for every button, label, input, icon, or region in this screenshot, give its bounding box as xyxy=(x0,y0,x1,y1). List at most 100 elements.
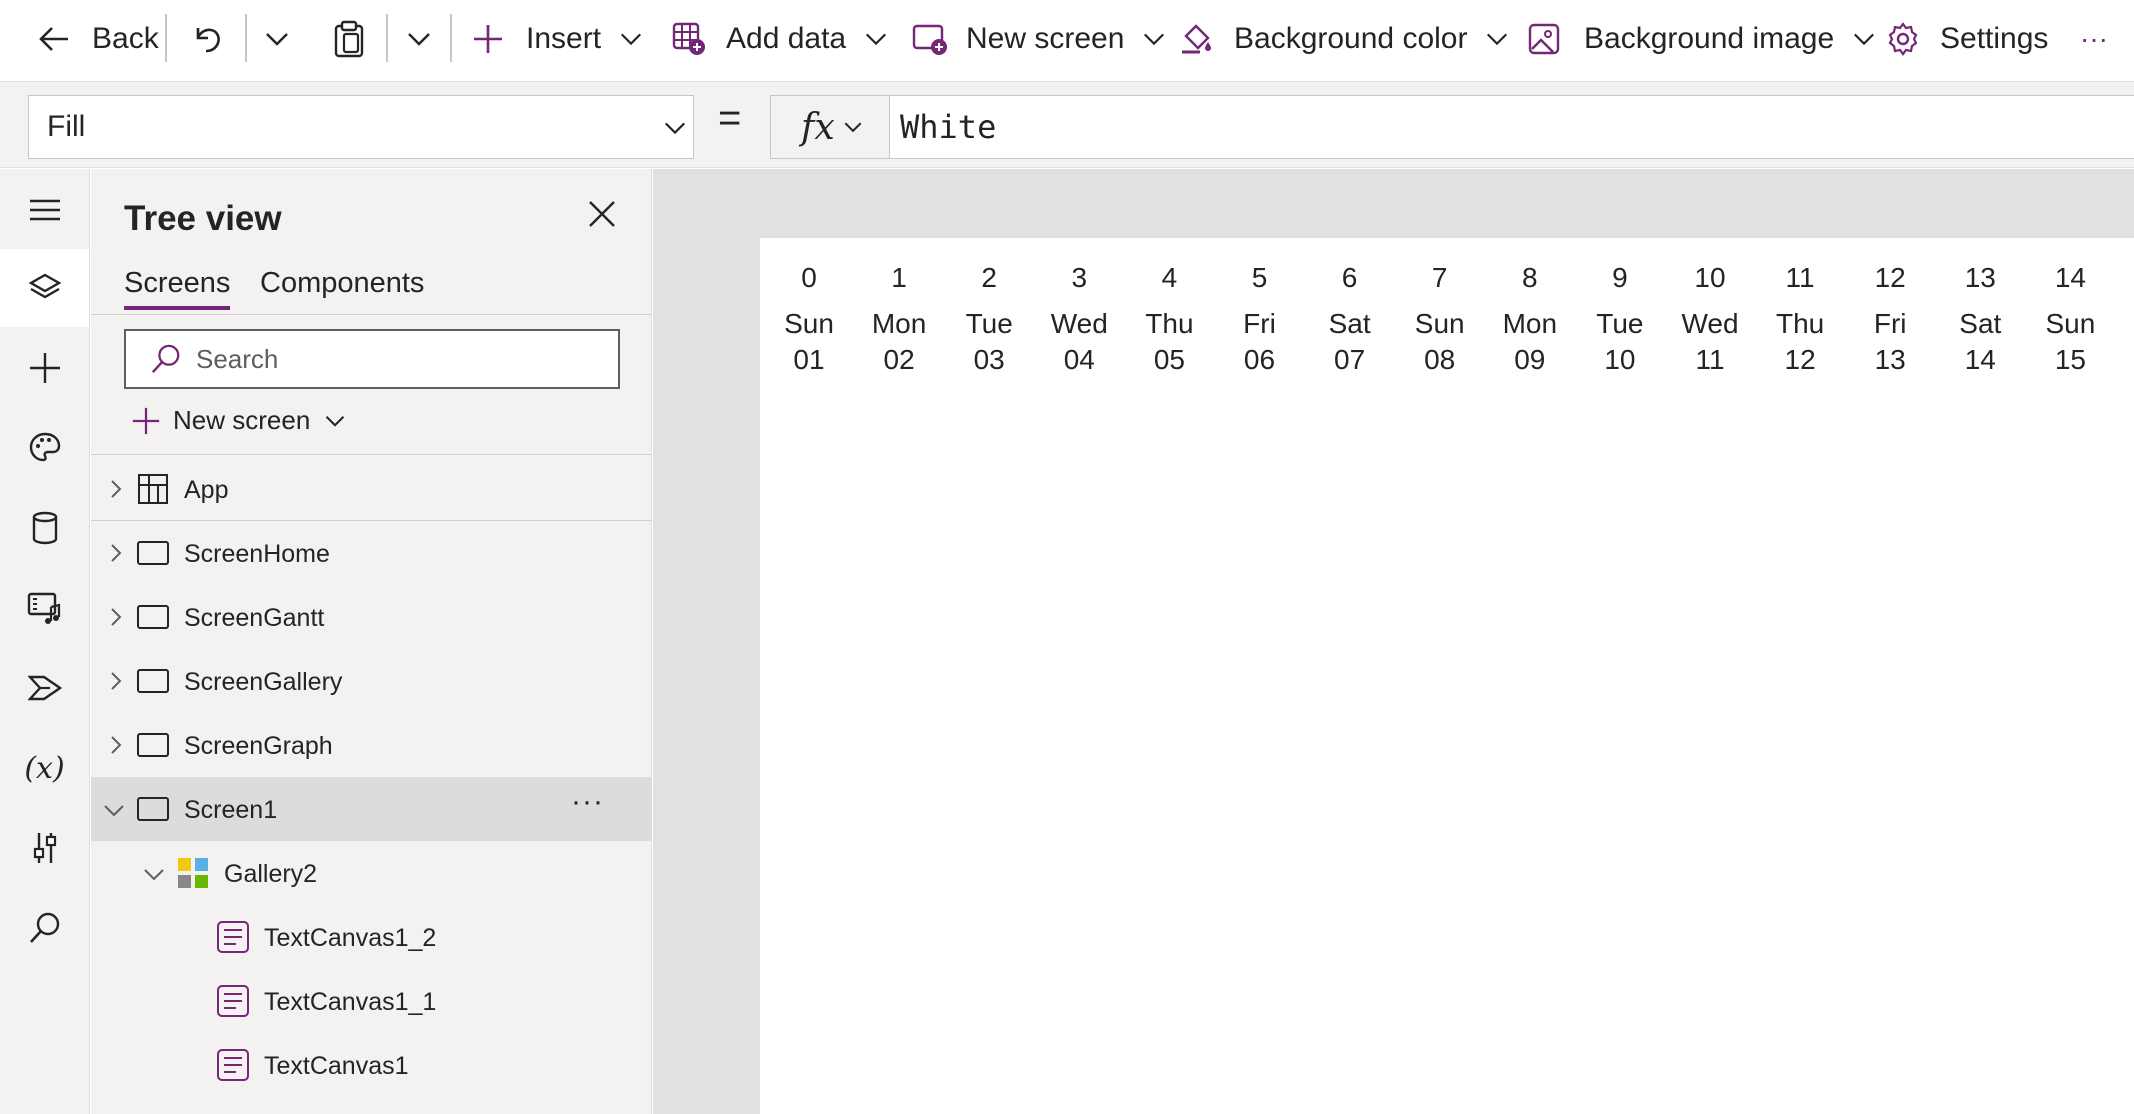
search-icon xyxy=(29,912,59,943)
weekday-label: Mon xyxy=(871,308,927,339)
tree-item-screenhome[interactable]: ScreenHome xyxy=(91,521,652,585)
chevron-right-icon xyxy=(111,736,122,754)
media-rail-button[interactable] xyxy=(0,569,89,647)
tree-item-screengantt[interactable]: ScreenGantt xyxy=(91,585,652,649)
menu-button[interactable] xyxy=(0,171,89,249)
gear-icon xyxy=(1888,22,1918,56)
left-rail: (x) xyxy=(0,169,90,1114)
property-dropdown[interactable]: Fill xyxy=(28,95,694,159)
gallery-item[interactable]: 6 Sat 07 xyxy=(1310,260,1390,378)
insert-button[interactable]: Insert xyxy=(472,0,643,78)
screen-add-icon xyxy=(912,24,947,55)
gallery-item[interactable]: 12 Fri 13 xyxy=(1850,260,1930,378)
background-image-button[interactable]: Background image xyxy=(1528,0,1876,78)
index-label: 4 xyxy=(1161,262,1178,293)
tree-item-app[interactable]: App xyxy=(91,457,652,521)
formula-input[interactable]: White xyxy=(889,95,2134,159)
tree-item-label: TextCanvas1 xyxy=(264,1052,409,1080)
date-label: 15 xyxy=(2054,344,2086,375)
plus-icon xyxy=(474,25,502,53)
power-automate-icon xyxy=(27,675,62,701)
search-rail-button[interactable] xyxy=(0,889,89,967)
gallery-item[interactable]: 13 Sat 14 xyxy=(1940,260,2020,378)
undo-button[interactable] xyxy=(190,0,224,78)
chevron-down-icon xyxy=(104,805,124,817)
tree-item-more-button[interactable]: ··· xyxy=(571,785,604,819)
table-add-icon xyxy=(672,22,705,55)
tree-view-title: Tree view xyxy=(124,199,282,238)
tree-view-rail-button[interactable] xyxy=(0,249,89,327)
data-rail-button[interactable] xyxy=(0,489,89,567)
new-screen-button[interactable]: New screen xyxy=(912,0,1166,78)
tab-screens[interactable]: Screens xyxy=(124,267,231,310)
tools-rail-button[interactable] xyxy=(0,809,89,887)
screen1-artboard[interactable]: 0 Sun 01 1 Mon 02 2 Tue 03 3 Wed 04 4 Thu 05 5 Fri 06 6 Sat… xyxy=(760,238,2134,1114)
variables-icon: (x) xyxy=(24,750,65,786)
fx-button[interactable]: fx xyxy=(770,95,890,159)
insert-rail-button[interactable] xyxy=(0,329,89,407)
tree-item-textcanvas1[interactable]: TextCanvas1 xyxy=(91,1033,652,1097)
gallery-item[interactable]: 7 Sun 08 xyxy=(1400,260,1480,378)
palette-icon xyxy=(29,432,60,462)
property-value: Fill xyxy=(47,110,86,143)
more-commands-button[interactable]: ··· xyxy=(2080,0,2108,78)
tools-icon xyxy=(33,833,56,863)
gallery-item[interactable]: 8 Mon 09 xyxy=(1490,260,1570,378)
background-color-button[interactable]: Background color xyxy=(1180,0,1509,78)
gallery-item[interactable]: 4 Thu 05 xyxy=(1129,260,1209,378)
close-tree-view-button[interactable] xyxy=(587,199,617,234)
variables-rail-button[interactable]: (x) xyxy=(0,729,89,807)
search-placeholder: Search xyxy=(196,343,279,374)
date-label: 12 xyxy=(1784,344,1816,375)
tree-item-gallery2[interactable]: Gallery2 xyxy=(91,841,652,905)
tree-item-screen1[interactable]: Screen1 ··· xyxy=(91,777,652,841)
add-data-button[interactable]: Add data xyxy=(672,0,888,78)
search-icon xyxy=(151,344,180,373)
tree-item-screengallery[interactable]: ScreenGallery xyxy=(91,649,652,713)
gallery-item[interactable]: 2 Tue 03 xyxy=(949,260,1029,378)
date-label: 10 xyxy=(1604,344,1636,375)
chevron-down-icon xyxy=(866,33,887,46)
weekday-label: Tue xyxy=(965,308,1013,339)
add-data-label: Add data xyxy=(726,22,847,55)
index-label: 7 xyxy=(1431,262,1448,293)
tree-item-screengraph[interactable]: ScreenGraph xyxy=(91,713,652,777)
plus-icon xyxy=(132,407,160,434)
chevron-down-icon xyxy=(1487,33,1508,46)
tree-item-textcanvas1-2[interactable]: TextCanvas1_2 xyxy=(91,905,652,969)
new-screen-tree-button[interactable]: New screen xyxy=(131,405,346,436)
gallery-item[interactable]: 3 Wed 04 xyxy=(1039,260,1119,378)
gallery-item[interactable]: 1 Mon 02 xyxy=(859,260,939,378)
index-label: 3 xyxy=(1071,262,1088,293)
index-label: 6 xyxy=(1341,262,1358,293)
chevron-right-icon xyxy=(111,608,122,626)
themes-rail-button[interactable] xyxy=(0,409,89,487)
power-automate-rail-button[interactable] xyxy=(0,649,89,727)
gallery-item[interactable]: 9 Tue 10 xyxy=(1580,260,1660,378)
back-button[interactable]: Back xyxy=(36,0,159,78)
settings-button[interactable]: Settings xyxy=(1886,0,2048,78)
chevron-down-icon xyxy=(144,869,164,881)
chevron-down-icon xyxy=(326,415,345,427)
tree-search-input[interactable]: Search xyxy=(124,329,620,389)
weekday-label: Mon xyxy=(1502,308,1558,339)
paste-dropdown-button[interactable] xyxy=(406,0,432,78)
chevron-down-icon xyxy=(1854,33,1875,46)
gallery-item[interactable]: 0 Sun 01 xyxy=(769,260,849,378)
undo-dropdown-button[interactable] xyxy=(264,0,290,78)
app-icon xyxy=(138,474,168,504)
chevron-down-icon xyxy=(266,33,288,46)
plus-icon xyxy=(29,353,60,383)
gallery-item[interactable]: 10 Wed 11 xyxy=(1670,260,1750,378)
tree-item-textcanvas1-1[interactable]: TextCanvas1_1 xyxy=(91,969,652,1033)
gallery-icon xyxy=(178,858,208,888)
equals-sign: = xyxy=(718,96,742,140)
toolbar-divider xyxy=(245,14,247,62)
weekday-label: Wed xyxy=(1681,308,1739,339)
paste-button[interactable] xyxy=(332,0,366,78)
tab-components[interactable]: Components xyxy=(260,267,424,306)
gallery-item[interactable]: 5 Fri 06 xyxy=(1220,260,1300,378)
weekday-label: Tue xyxy=(1596,308,1644,339)
gallery-item[interactable]: 11 Thu 12 xyxy=(1760,260,1840,378)
gallery-item[interactable]: 14 Sun 15 xyxy=(2030,260,2110,378)
